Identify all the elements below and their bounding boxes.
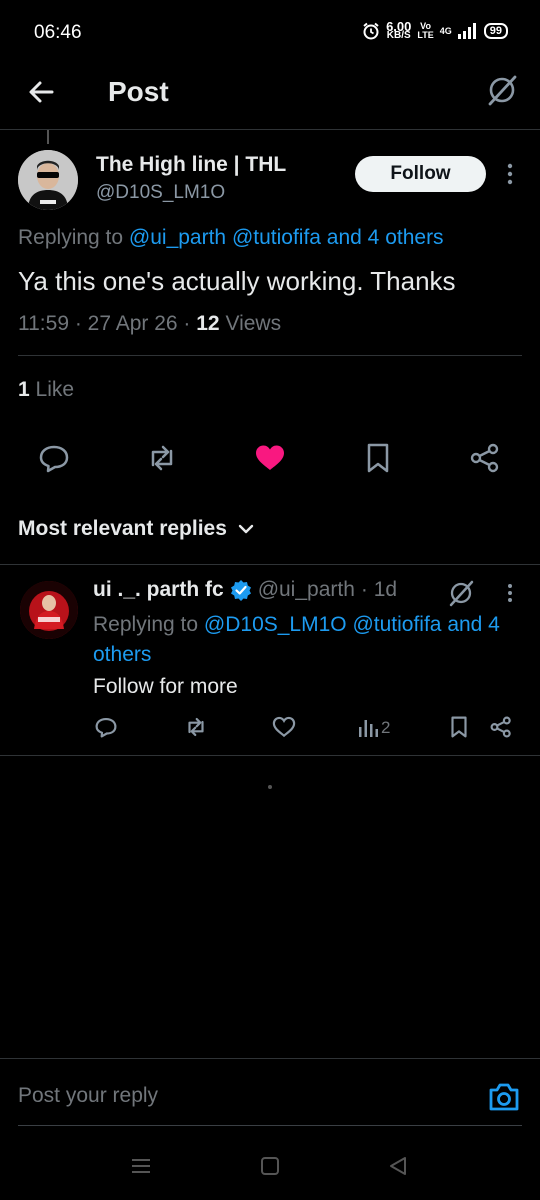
status-bar: 06:46 6.00 KB/S Vo LTE 4G 99 — [0, 0, 540, 64]
follow-button[interactable]: Follow — [355, 156, 486, 192]
heart-icon — [272, 716, 296, 738]
reply-author-handle[interactable]: @ui_parth — [258, 578, 355, 602]
reply-author-name[interactable]: ui ._. parth fc — [93, 578, 224, 602]
verified-badge-icon — [230, 580, 251, 601]
post-date: 27 Apr 26 — [87, 312, 178, 335]
app-header: Post — [0, 64, 540, 130]
reply-action-bar: 2 — [0, 714, 540, 744]
reply-text: Follow for more — [93, 675, 238, 698]
chevron-down-icon — [238, 524, 254, 534]
grok-button[interactable] — [484, 72, 520, 108]
reply-views-button[interactable] — [356, 714, 382, 740]
alarm-icon — [363, 22, 379, 40]
network-type: 4G — [439, 25, 452, 36]
post-time: 11:59 — [18, 312, 69, 335]
reply-repost-button[interactable] — [183, 714, 209, 740]
author-handle[interactable]: @D10S_LM1O — [96, 182, 225, 204]
divider — [18, 355, 522, 356]
share-icon — [490, 716, 511, 738]
post-more-button[interactable] — [502, 162, 518, 186]
signal-icon — [457, 23, 476, 39]
reply-avatar[interactable] — [20, 581, 78, 639]
analytics-icon — [359, 720, 378, 737]
triangle-back-icon — [390, 1157, 406, 1175]
reply-button[interactable] — [36, 440, 72, 476]
reply-views-count: 2 — [381, 718, 391, 737]
views-label: Views — [225, 312, 282, 335]
divider — [0, 1058, 540, 1059]
home-square-icon — [261, 1157, 279, 1175]
share-icon — [470, 443, 499, 473]
thread-connector — [47, 130, 49, 144]
more-vertical-icon — [507, 163, 513, 185]
reply-input[interactable]: Post your reply — [18, 1084, 158, 1108]
like-button[interactable] — [252, 440, 288, 476]
status-icons: 6.00 KB/S Vo LTE 4G 99 — [362, 19, 508, 41]
repost-icon — [188, 717, 204, 737]
reply-like-button[interactable] — [271, 714, 297, 740]
page-title: Post — [108, 76, 169, 107]
replies-sort-dropdown[interactable]: Most relevant replies — [18, 517, 255, 541]
share-button[interactable] — [467, 440, 503, 476]
status-time: 06:46 — [34, 22, 82, 43]
back-button[interactable] — [24, 74, 60, 110]
comment-icon — [39, 445, 69, 473]
reply-grok-button[interactable] — [446, 578, 476, 608]
comment-icon — [95, 717, 117, 738]
camera-button[interactable] — [486, 1080, 522, 1114]
post-text: Ya this one's actually working. Thanks — [18, 266, 456, 296]
network-speed: 6.00 KB/S — [386, 19, 412, 41]
composer-underline — [18, 1125, 522, 1126]
reply-bookmark-button[interactable] — [446, 714, 472, 740]
post-meta: 11:59 · 27 Apr 26 · 12 Views — [18, 312, 282, 335]
reply-more-button[interactable] — [503, 582, 517, 604]
heart-filled-icon — [256, 445, 284, 470]
volte-indicator: Vo LTE — [417, 21, 434, 40]
repost-button[interactable] — [144, 440, 180, 476]
back-nav-button[interactable] — [386, 1154, 410, 1178]
bookmark-icon — [451, 716, 467, 738]
post-action-bar — [0, 440, 540, 480]
more-vertical-icon — [508, 584, 512, 602]
likes-count: 1 — [18, 378, 30, 401]
bookmark-button[interactable] — [360, 440, 396, 476]
reply-replying-to: Replying to @D10S_LM1O @tutiofifa and 4 … — [93, 613, 500, 666]
reply-avatar-image — [20, 581, 78, 639]
divider — [0, 564, 540, 565]
author-name[interactable]: The High line | THL — [96, 153, 286, 177]
system-nav-bar — [0, 1140, 540, 1200]
likes-stat[interactable]: 1 Like — [18, 378, 74, 402]
divider — [0, 755, 540, 756]
arrow-left-icon — [29, 81, 54, 103]
replies-sort-label: Most relevant replies — [18, 517, 227, 540]
battery-indicator: 99 — [483, 23, 508, 39]
reply-share-button[interactable] — [488, 714, 514, 740]
menu-icon — [132, 1159, 150, 1173]
recents-button[interactable] — [129, 1154, 153, 1178]
loading-indicator — [268, 785, 272, 789]
reply-header: ui ._. parth fc @ui_parth · 1d — [93, 578, 397, 602]
camera-icon — [489, 1083, 519, 1111]
replying-to: Replying to @ui_parth @tutiofifa and 4 o… — [18, 226, 444, 249]
bookmark-icon — [367, 443, 389, 473]
reply-age: · 1d — [360, 578, 398, 601]
author-avatar[interactable] — [18, 150, 78, 210]
replying-to-links[interactable]: @ui_parth @tutiofifa and 4 others — [129, 226, 444, 249]
views-count: 12 — [196, 312, 220, 335]
grok-icon — [488, 75, 517, 106]
repost-icon — [151, 445, 173, 471]
grok-icon — [449, 580, 474, 607]
home-button[interactable] — [258, 1154, 282, 1178]
reply-reply-button[interactable] — [93, 714, 119, 740]
likes-label: Like — [35, 378, 75, 401]
avatar-image — [18, 150, 78, 210]
